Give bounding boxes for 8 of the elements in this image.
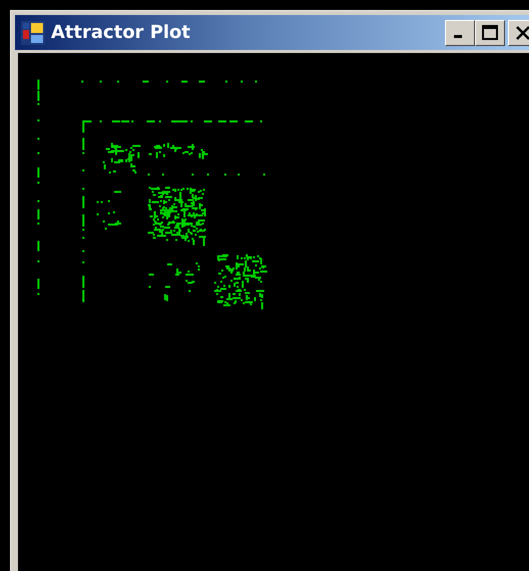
minimize-icon [454,35,462,38]
maximize-button[interactable] [475,20,505,46]
maximize-icon [482,24,498,40]
close-button[interactable] [508,20,529,46]
window-title: Attractor Plot [51,22,192,43]
close-icon [515,26,529,40]
minimize-button[interactable] [445,20,475,46]
app-icon [21,20,45,44]
